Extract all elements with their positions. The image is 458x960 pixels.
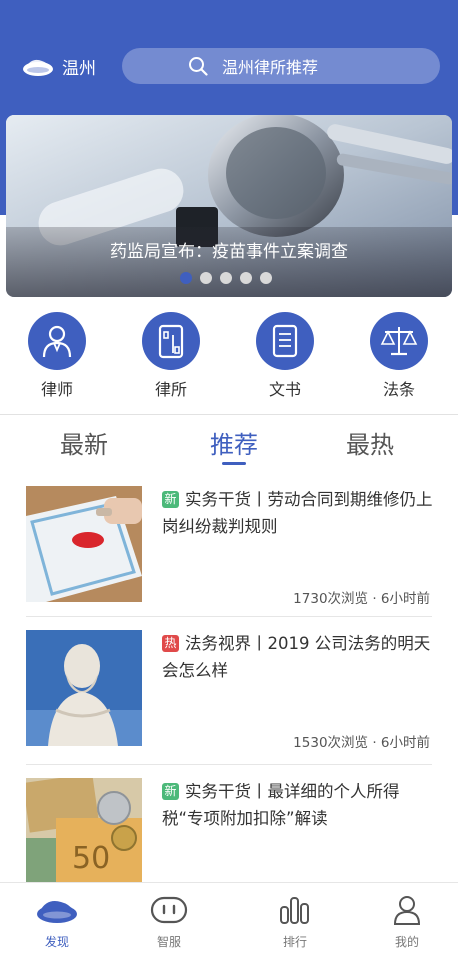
new-tag: 新: [162, 783, 179, 800]
news-banner[interactable]: 药监局宣布：疫苗事件立案调查: [6, 115, 452, 297]
banner-dot[interactable]: [180, 272, 192, 284]
category-label: 文书: [268, 380, 301, 399]
tab-recommended[interactable]: 推荐: [184, 425, 284, 460]
banner-pagination: [180, 272, 272, 284]
scales-icon: [370, 312, 428, 370]
top-bar: 温州 温州律所推荐: [0, 44, 458, 88]
banner-dot[interactable]: [260, 272, 272, 284]
article-separator: [26, 764, 432, 765]
nav-label: 发现: [44, 935, 69, 949]
article-item[interactable]: 新实务干货丨劳动合同到期维修仍上岗纠纷裁判规则 1730次浏览 · 6小时前: [0, 486, 458, 624]
robot-icon: [150, 896, 188, 924]
category-law-firm[interactable]: 律所: [131, 312, 211, 400]
discover-icon: [37, 901, 77, 923]
tab-hottest[interactable]: 最热: [320, 425, 420, 460]
article-title-block: 新实务干货丨最详细的个人所得税“专项附加扣除”解读: [162, 778, 438, 832]
article-thumbnail: [26, 486, 142, 602]
category-label: 法条: [382, 380, 415, 399]
document-icon: [256, 312, 314, 370]
nav-profile[interactable]: 我的: [367, 895, 447, 950]
new-tag: 新: [162, 491, 179, 508]
banner-caption: 药监局宣布：疫苗事件立案调查: [110, 242, 348, 262]
section-divider: [0, 414, 458, 415]
nav-label: 排行: [282, 935, 307, 949]
article-meta: 1730次浏览 · 6小时前: [293, 591, 430, 607]
article-item[interactable]: 热法务视界丨2019 公司法务的明天会怎么样 1530次浏览 · 6小时前: [0, 630, 458, 768]
search-placeholder: 温州律所推荐: [222, 58, 319, 77]
category-label: 律所: [154, 380, 187, 399]
nav-label: 我的: [394, 935, 419, 949]
article-thumbnail: 50: [26, 778, 142, 882]
category-grid: 律师 律所 文书 法条: [0, 312, 458, 404]
cloud-logo-icon: [23, 59, 53, 76]
profile-icon: [393, 896, 421, 925]
active-tab-indicator: [222, 462, 246, 465]
category-document[interactable]: 文书: [245, 312, 325, 400]
banner-dot[interactable]: [240, 272, 252, 284]
banner-dot[interactable]: [200, 272, 212, 284]
lawyer-icon: [28, 312, 86, 370]
law-firm-icon: [142, 312, 200, 370]
nav-ranking[interactable]: 排行: [255, 895, 335, 950]
category-label: 律师: [40, 380, 73, 399]
bottom-navigation: 发现 智服 排行 我的: [0, 882, 458, 960]
category-lawyer[interactable]: 律师: [17, 312, 97, 400]
article-separator: [26, 616, 432, 617]
article-title-block: 热法务视界丨2019 公司法务的明天会怎么样: [162, 630, 438, 684]
ranking-icon: [280, 897, 309, 924]
tab-latest[interactable]: 最新: [34, 425, 134, 460]
search-bar[interactable]: 温州律所推荐: [122, 48, 440, 84]
city-name: 温州: [62, 58, 96, 79]
article-title-block: 新实务干货丨劳动合同到期维修仍上岗纠纷裁判规则: [162, 486, 438, 540]
article-title: 实务干货丨劳动合同到期维修仍上岗纠纷裁判规则: [162, 490, 433, 536]
hot-tag: 热: [162, 635, 179, 652]
article-thumbnail: [26, 630, 142, 746]
city-selector[interactable]: 温州: [22, 52, 96, 80]
category-statute[interactable]: 法条: [359, 312, 439, 400]
article-title: 法务视界丨2019 公司法务的明天会怎么样: [162, 634, 431, 680]
banner-dot[interactable]: [220, 272, 232, 284]
article-title: 实务干货丨最详细的个人所得税“专项附加扣除”解读: [162, 782, 400, 828]
article-meta: 1530次浏览 · 6小时前: [293, 735, 430, 751]
svg-text:50: 50: [72, 841, 110, 876]
nav-smart-service[interactable]: 智服: [129, 895, 209, 950]
nav-discover[interactable]: 发现: [17, 895, 97, 950]
search-icon: [189, 57, 208, 76]
nav-label: 智服: [156, 935, 181, 949]
